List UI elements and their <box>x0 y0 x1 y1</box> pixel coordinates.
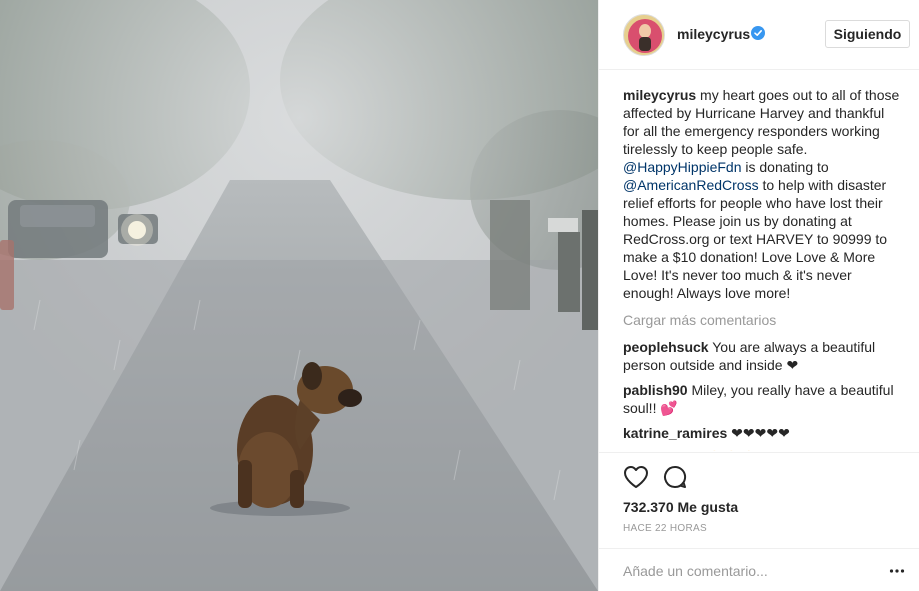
comment-item: danaarivera 😭😭😭 <box>623 449 901 451</box>
comment-emoji: 💕 <box>660 400 678 416</box>
comment-username[interactable]: peoplehsuck <box>623 339 709 355</box>
verified-badge-icon <box>751 26 765 40</box>
avatar[interactable] <box>623 14 665 56</box>
load-more-comments-link[interactable]: Cargar más comentarios <box>623 311 901 329</box>
post-caption: mileycyrus my heart goes out to all of t… <box>623 86 901 302</box>
more-options-icon[interactable] <box>889 563 905 579</box>
post-actions: 732.370 Me gusta HACE 22 HORAS <box>599 452 919 585</box>
heart-icon[interactable] <box>623 465 649 489</box>
caption-username[interactable]: mileycyrus <box>623 87 696 103</box>
post-timestamp[interactable]: HACE 22 HORAS <box>623 523 707 534</box>
caption-text-part: is donating to <box>741 159 829 175</box>
comment-item: katrine_ramires ❤❤❤❤❤ <box>623 424 901 442</box>
likes-count[interactable]: 732.370 Me gusta <box>623 499 738 515</box>
comment-text: 😭😭😭 <box>702 450 757 451</box>
comment-icon[interactable] <box>663 465 687 489</box>
post-photo[interactable] <box>0 0 598 591</box>
mention-link[interactable]: @AmericanRedCross <box>623 177 759 193</box>
comments-list: mileycyrus my heart goes out to all of t… <box>623 86 901 451</box>
post-header: mileycyrus Siguiendo <box>599 0 919 70</box>
caption-text-part: to help with disaster relief efforts for… <box>623 177 888 301</box>
comment-username[interactable]: katrine_ramires <box>623 425 727 441</box>
mention-link[interactable]: @HappyHippieFdn <box>623 159 742 175</box>
comment-username[interactable]: pablish90 <box>623 382 688 398</box>
following-button[interactable]: Siguiendo <box>825 20 910 48</box>
add-comment-bar <box>599 548 919 591</box>
header-username[interactable]: mileycyrus <box>677 26 750 42</box>
comment-text: ❤❤❤❤❤ <box>727 425 790 441</box>
photo-scene <box>0 0 598 591</box>
post-side-panel: mileycyrus Siguiendo mileycyrus my heart… <box>598 0 919 591</box>
comment-item: peoplehsuck You are always a beautiful p… <box>623 338 901 374</box>
add-comment-input[interactable] <box>623 557 873 585</box>
comment-item: pablish90 Miley, you really have a beaut… <box>623 381 901 417</box>
comment-username[interactable]: danaarivera <box>623 450 702 451</box>
